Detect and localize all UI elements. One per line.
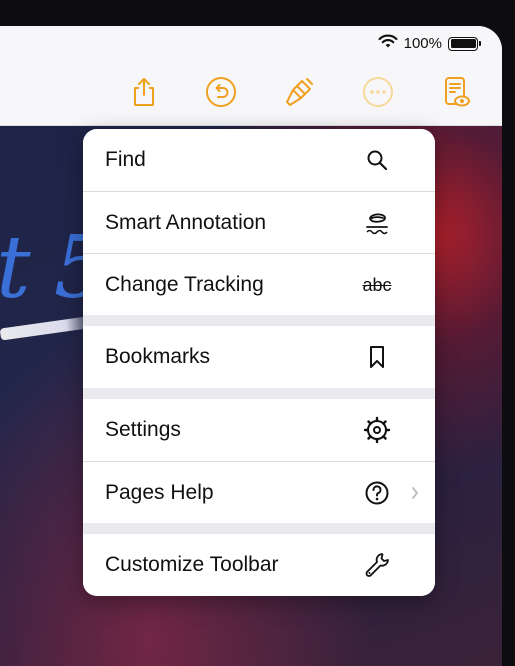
menu-group-bookmarks: Bookmarks xyxy=(83,326,435,388)
undo-button[interactable] xyxy=(203,76,239,112)
status-indicators: 100% xyxy=(378,34,481,53)
wifi-icon xyxy=(378,34,398,53)
status-bar: 100% xyxy=(0,26,502,62)
chalk-underline-decoration xyxy=(0,315,96,341)
document-view-button[interactable] xyxy=(438,76,474,112)
more-button[interactable] xyxy=(360,76,396,112)
menu-item-settings[interactable]: Settings xyxy=(83,399,435,461)
smart-annotation-icon xyxy=(363,209,391,237)
share-button[interactable] xyxy=(126,76,162,112)
magnifier-icon xyxy=(363,146,391,174)
undo-icon xyxy=(205,76,237,113)
menu-group-customize: Customize Toolbar xyxy=(83,534,435,596)
chevron-right-icon xyxy=(409,483,421,503)
question-circle-icon xyxy=(363,479,391,507)
menu-item-find[interactable]: Find xyxy=(83,129,435,191)
menu-item-bookmarks[interactable]: Bookmarks xyxy=(83,326,435,388)
document-view-icon xyxy=(441,75,471,114)
strikethrough-abc-icon: abc xyxy=(362,274,392,295)
menu-item-change-tracking[interactable]: Change Tracking abc xyxy=(83,253,435,315)
format-button[interactable] xyxy=(281,76,317,112)
battery-percentage: 100% xyxy=(403,35,442,52)
wrench-icon xyxy=(363,551,391,579)
paintbrush-icon xyxy=(282,75,316,114)
bookmark-icon xyxy=(363,343,391,371)
menu-group-settings: Settings Pages Help xyxy=(83,399,435,523)
more-icon xyxy=(362,76,394,113)
battery-icon xyxy=(448,36,481,51)
menu-item-smart-annotation[interactable]: Smart Annotation xyxy=(83,191,435,253)
menu-group-search: Find Smart Annotation Change Tracking ab… xyxy=(83,129,435,315)
more-menu: Find Smart Annotation Change Tracking ab… xyxy=(83,129,435,596)
gear-icon xyxy=(363,416,391,444)
battery-fill xyxy=(450,39,476,48)
toolbar xyxy=(0,62,502,126)
share-icon xyxy=(129,76,159,113)
menu-item-customize-toolbar[interactable]: Customize Toolbar xyxy=(83,534,435,596)
menu-item-pages-help[interactable]: Pages Help xyxy=(83,461,435,523)
